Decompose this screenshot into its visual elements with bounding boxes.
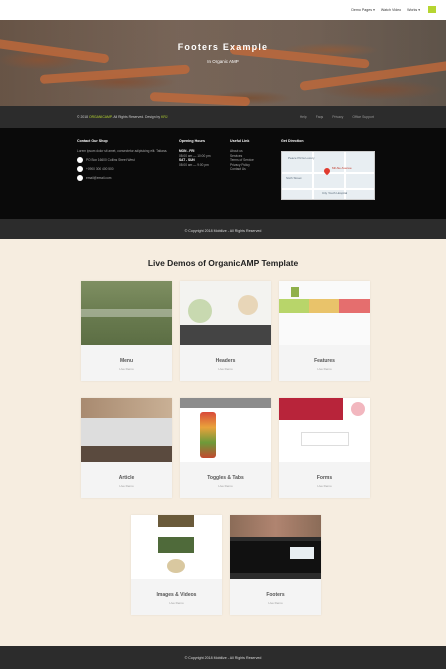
demo-name: Menu — [119, 358, 134, 364]
demo-link[interactable]: Live Demo — [180, 484, 271, 488]
page-copyright: © Copyright 2018 Mobilize - All Rights R… — [184, 656, 262, 660]
contact-column: Contact Our Shop Lorem ipsum dolor sit a… — [77, 139, 172, 181]
demo-name: Images & Videos — [156, 592, 197, 598]
demo-card-features[interactable]: Features Live Demo — [279, 281, 370, 381]
page-bottom-bar: © Copyright 2018 Mobilize - All Rights R… — [0, 646, 446, 669]
demo-name: Article — [118, 475, 135, 481]
demo-thumbnail — [230, 515, 321, 579]
demo-link[interactable]: Live Demo — [131, 601, 222, 605]
demo-name: Toggles & Tabs — [207, 475, 244, 481]
hours-weekend-time: 08:00 am — 9:00 pm — [179, 162, 209, 167]
demo-thumbnail — [180, 398, 271, 462]
demo-thumbnail — [81, 281, 172, 345]
demo-card-menu[interactable]: Menu Live Demo — [81, 281, 172, 381]
demo-thumbnail — [131, 515, 222, 579]
demo-caption: Forms Live Demo — [279, 462, 370, 498]
demo-link[interactable]: Live Demo — [279, 484, 370, 488]
demo-name: Forms — [316, 475, 333, 481]
map-road — [282, 188, 374, 190]
demo-link[interactable]: Live Demo — [230, 601, 321, 605]
demo-link[interactable]: Live Demo — [81, 484, 172, 488]
demo-card-article[interactable]: Article Live Demo — [81, 398, 172, 498]
top-navigation: Demo Pages ▾ Watch Video Works ▾ — [0, 0, 446, 20]
useful-links-heading: Useful Link — [230, 139, 250, 143]
demo-caption: Toggles & Tabs Live Demo — [180, 462, 271, 498]
footer-main: Contact Our Shop Lorem ipsum dolor sit a… — [0, 128, 446, 219]
demo-card-forms[interactable]: Forms Live Demo — [279, 398, 370, 498]
hours-heading: Opening Hours — [179, 139, 205, 143]
demo-thumbnail — [81, 398, 172, 462]
useful-links-column: Useful Link About us Services Terms of S… — [230, 139, 275, 172]
designer-link[interactable]: KRJ — [161, 115, 167, 119]
hero-banner: Footers Example In Organic AMP — [0, 20, 446, 106]
demo-link[interactable]: Live Demo — [81, 367, 172, 371]
demo-caption: Images & Videos Live Demo — [131, 579, 222, 615]
mail-icon — [77, 174, 83, 181]
direction-column: Get Direction — [281, 139, 376, 149]
carrot-decoration — [149, 92, 251, 106]
nav-menu: Demo Pages ▾ Watch Video Works ▾ — [351, 6, 436, 13]
demo-card-headers[interactable]: Headers Live Demo — [180, 281, 271, 381]
contact-address: PO Box 16600 Collins Street West — [77, 156, 172, 163]
brand-link[interactable]: ORGANICAMP — [89, 115, 112, 119]
footer-links: Help Faqs Privacy Office Support — [300, 115, 374, 119]
footer-copyright: © 2018 ORGANICAMP. All Rights Reserved. … — [77, 115, 167, 119]
hero-breadcrumb: In Organic AMP — [207, 59, 239, 64]
footer-top-bar: © 2018 ORGANICAMP. All Rights Reserved. … — [0, 106, 446, 128]
location-map[interactable]: Peace Pizza Luxury Sixth Street Mil Ale … — [281, 151, 375, 200]
demo-name: Footers — [266, 592, 285, 598]
demo-thumbnail — [279, 281, 370, 345]
footer-copyright-strip: © Copyright 2018 Mobilize - All Rights R… — [0, 219, 446, 239]
copyright-year: © 2018 — [77, 115, 88, 119]
footer-link-office-support[interactable]: Office Support — [352, 115, 374, 119]
demo-caption: Menu Live Demo — [81, 345, 172, 381]
map-label: Sixth Street — [286, 176, 302, 180]
nav-item-demo-pages[interactable]: Demo Pages ▾ — [351, 8, 375, 12]
hours-column: Opening Hours MON - FRI 08:00 am — 10:00… — [179, 139, 224, 167]
contact-email: email@email.com — [77, 174, 172, 181]
demo-card-toggles-tabs[interactable]: Toggles & Tabs Live Demo — [180, 398, 271, 498]
phone-icon — [77, 165, 83, 172]
footer-link-privacy[interactable]: Privacy — [332, 115, 343, 119]
demo-card-images-videos[interactable]: Images & Videos Live Demo — [131, 515, 222, 615]
copyright-text: . All Rights Reserved. Design by — [111, 115, 161, 119]
carrot-decoration — [39, 64, 190, 84]
contact-phone: +0900 300 400 500 — [77, 165, 172, 172]
footer-link-faqs[interactable]: Faqs — [316, 115, 324, 119]
footer-link-help[interactable]: Help — [300, 115, 307, 119]
demo-thumbnail — [180, 281, 271, 345]
nav-accent-button[interactable] — [428, 6, 436, 13]
demos-title: Live Demos of OrganicAMP Template — [147, 258, 299, 268]
demo-caption: Footers Live Demo — [230, 579, 321, 615]
footer-copyright-text: © Copyright 2018 Mobilize - All Rights R… — [184, 229, 262, 233]
location-icon — [77, 156, 83, 163]
demo-link[interactable]: Live Demo — [279, 367, 370, 371]
demo-caption: Article Live Demo — [81, 462, 172, 498]
nav-item-works[interactable]: Works ▾ — [407, 8, 420, 12]
hero-title: Footers Example — [177, 42, 269, 52]
demo-caption: Headers Live Demo — [180, 345, 271, 381]
demo-link[interactable]: Live Demo — [180, 367, 271, 371]
contact-heading: Contact Our Shop — [77, 139, 108, 143]
map-label: Peace Pizza Luxury — [288, 156, 315, 160]
demo-thumbnail — [279, 398, 370, 462]
contact-text: Lorem ipsum dolor sit amet, consectetur … — [77, 149, 168, 153]
demo-card-footers[interactable]: Footers Live Demo — [230, 515, 321, 615]
map-label: City Youth Hospital — [322, 191, 348, 195]
carrot-decoration — [299, 59, 446, 91]
demo-name: Headers — [215, 358, 236, 364]
direction-heading: Get Direction — [281, 139, 304, 143]
demo-name: Features — [314, 358, 335, 364]
map-label: Mil Ale Avenue — [332, 166, 352, 170]
demo-caption: Features Live Demo — [279, 345, 370, 381]
useful-link-contact[interactable]: Contact Us — [230, 167, 275, 172]
nav-item-watch-video[interactable]: Watch Video — [381, 8, 401, 12]
